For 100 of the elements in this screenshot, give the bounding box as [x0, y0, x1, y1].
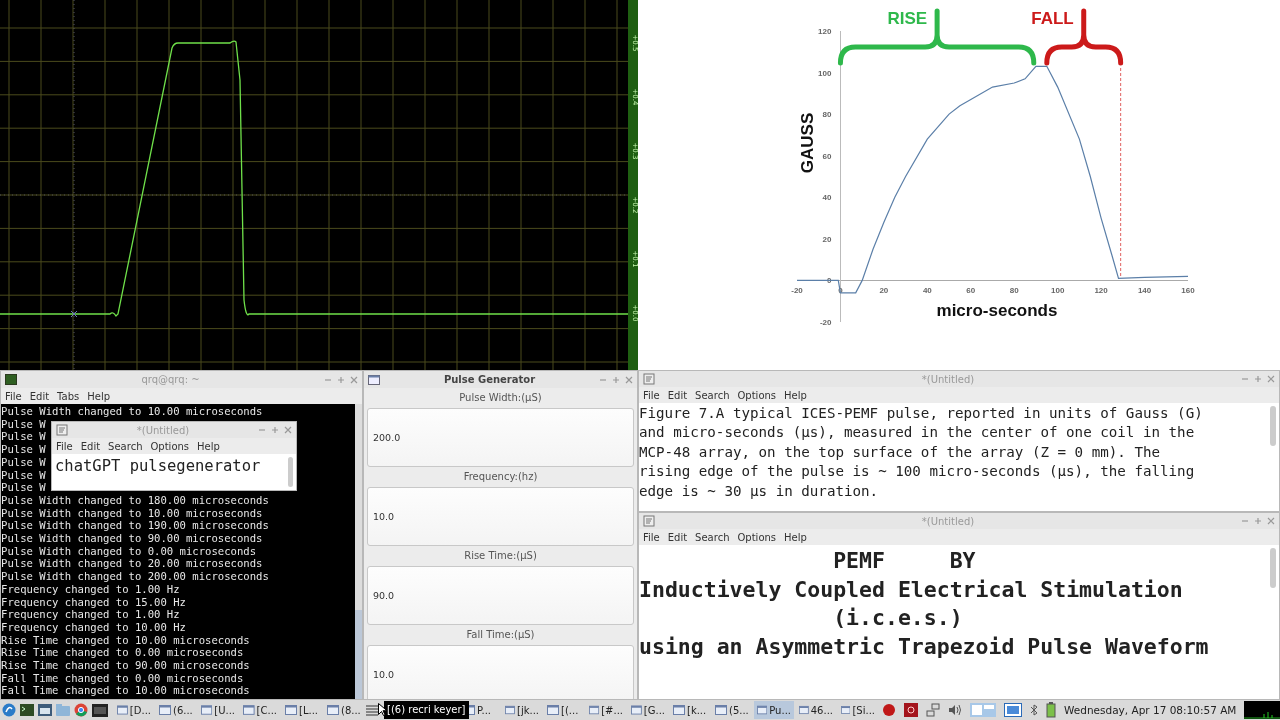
network-icon[interactable]: [926, 703, 940, 717]
minimize-button[interactable]: [1241, 517, 1249, 525]
text-line[interactable]: (i.c.e.s.): [639, 604, 1270, 633]
maximize-button[interactable]: [271, 426, 279, 434]
scrollbar[interactable]: [288, 457, 293, 487]
menu-item[interactable]: Edit: [667, 531, 688, 543]
text-line[interactable]: using an Asymmetric Trapezoid Pulse Waveform: [639, 632, 1270, 661]
bluetooth-icon[interactable]: [1030, 704, 1038, 716]
start-icon[interactable]: [2, 703, 16, 717]
window-icon: [505, 705, 515, 715]
tick-label: -20: [791, 286, 803, 296]
menu-item[interactable]: Edit: [80, 440, 101, 452]
minimize-button[interactable]: [1241, 375, 1249, 383]
terminal-line: Rise Time changed to 0.00 microseconds: [1, 646, 244, 660]
close-button[interactable]: [284, 426, 292, 434]
volume-icon[interactable]: [948, 704, 962, 716]
terminal-line: Pulse Width changed to 90.00 microseconds: [1, 532, 263, 545]
taskbar-button[interactable]: [D...: [114, 701, 154, 719]
taskbar-button[interactable]: [C...: [240, 701, 280, 719]
browser-icon[interactable]: [74, 703, 88, 717]
scrollbar[interactable]: [355, 404, 362, 699]
terminal-icon[interactable]: [20, 704, 34, 716]
tick-label: 80: [1009, 286, 1019, 296]
scrollbar[interactable]: [1270, 548, 1276, 588]
menu-item[interactable]: Options: [737, 389, 777, 401]
close-button[interactable]: [1267, 517, 1275, 525]
terminal-line: Pulse W: [1, 455, 46, 469]
tooltip: [(6) recri keyer]: [384, 701, 469, 719]
maximize-button[interactable]: [1254, 375, 1262, 383]
input-field[interactable]: 200.0: [367, 408, 634, 467]
clock[interactable]: Wednesday, Apr 17 08:10:57 AM: [1064, 704, 1237, 716]
taskbar-button[interactable]: [#...: [586, 701, 626, 719]
scrollbar[interactable]: [1270, 406, 1276, 446]
tick-label: 20: [879, 286, 889, 296]
terminal-line: Frequency changed to 1.00 Hz: [1, 608, 180, 621]
taskbar-button[interactable]: (5...: [712, 701, 752, 719]
menu-item[interactable]: Options: [737, 531, 777, 543]
app-icon[interactable]: [1004, 703, 1022, 717]
terminal-line: Pulse W: [1, 417, 46, 431]
list-icon[interactable]: [366, 704, 378, 716]
menu-item[interactable]: Edit: [667, 389, 688, 401]
menu-item[interactable]: Help: [784, 389, 807, 401]
taskbar-button[interactable]: [(...: [544, 701, 584, 719]
file-manager-icon[interactable]: [38, 704, 52, 716]
taskbar-button[interactable]: [U...: [198, 701, 238, 719]
minimize-button[interactable]: [258, 426, 266, 434]
maximize-button[interactable]: [1254, 517, 1262, 525]
taskbar-button[interactable]: [Si...: [838, 701, 878, 719]
menu-item[interactable]: Help: [197, 440, 220, 452]
window-title: *(Untitled): [920, 373, 976, 385]
app-icon[interactable]: [92, 703, 108, 717]
window-icon: [327, 705, 339, 715]
menu-item[interactable]: Edit: [29, 390, 50, 402]
menu-item[interactable]: Search: [695, 531, 730, 543]
field-label: Pulse Width:(µS): [458, 391, 543, 405]
axis-title: micro-seconds: [936, 301, 1058, 320]
input-field[interactable]: 10.0: [367, 645, 634, 699]
battery-icon[interactable]: [1046, 702, 1056, 718]
text-line[interactable]: PEMF BY: [639, 547, 1270, 576]
menu-item[interactable]: Search: [695, 389, 730, 401]
menu-item[interactable]: File: [56, 440, 73, 452]
menu-item[interactable]: Search: [108, 440, 143, 452]
menu-item[interactable]: File: [643, 531, 660, 543]
field-label: Frequency:(hz): [462, 470, 539, 484]
input-field[interactable]: 10.0: [367, 487, 634, 546]
taskbar-button[interactable]: [L...: [282, 701, 322, 719]
taskbar-button[interactable]: 46...: [796, 701, 836, 719]
taskbar-button[interactable]: [k...: [670, 701, 710, 719]
menu-item[interactable]: Options: [150, 440, 190, 452]
cpu-graph[interactable]: [1244, 701, 1280, 719]
window-icon: [673, 705, 685, 715]
layout-icon[interactable]: [970, 703, 996, 717]
menu-item[interactable]: File: [5, 390, 22, 402]
window-title: Pulse Generator: [442, 374, 537, 385]
menu-item[interactable]: Help: [784, 531, 807, 543]
terminal-line: Frequency changed to 1.00 Hz: [1, 582, 180, 596]
tick-label: -20: [819, 318, 832, 327]
taskbar-button[interactable]: Pu...: [754, 701, 794, 719]
text-line[interactable]: Inductively Coupled Electrical Stimulation: [639, 575, 1270, 604]
tick-label: 140: [1137, 286, 1152, 296]
terminal-line: Pulse Width changed to 10.00 microseconds: [1, 506, 263, 520]
input-field[interactable]: 90.0: [367, 566, 634, 625]
taskbar-button[interactable]: [G...: [628, 701, 668, 719]
tick-label: 100: [1051, 286, 1065, 296]
app-icon[interactable]: [904, 703, 918, 717]
taskbar-button[interactable]: (6...: [156, 701, 196, 719]
close-button[interactable]: [350, 375, 358, 384]
menu-item[interactable]: File: [643, 389, 660, 401]
tick-label: 120: [818, 27, 832, 36]
close-button[interactable]: [625, 375, 633, 384]
tick-label: 80: [822, 110, 832, 120]
taskbar-button[interactable]: (8...: [324, 701, 364, 719]
field-label: Fall Time:(µS): [465, 628, 536, 642]
record-icon[interactable]: [882, 703, 896, 717]
close-button[interactable]: [1267, 375, 1275, 383]
maximize-button[interactable]: [337, 375, 345, 384]
menu-item[interactable]: Help: [87, 390, 111, 402]
taskbar-button[interactable]: [jk...: [502, 701, 542, 719]
menu-item[interactable]: Tabs: [57, 390, 80, 402]
maximize-button[interactable]: [612, 375, 620, 384]
